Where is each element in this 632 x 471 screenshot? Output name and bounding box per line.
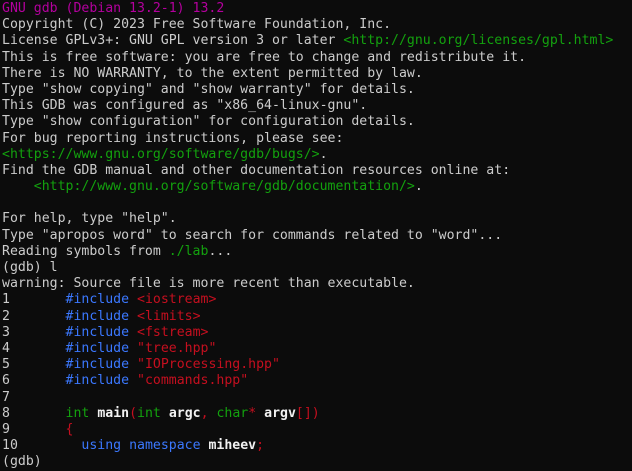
terminal-line: Type "show configuration" for configurat… (2, 114, 632, 130)
terminal-line: (gdb) (2, 454, 632, 470)
terminal-line: 6 #include "commands.hpp" (2, 373, 632, 389)
terminal-line: 8 int main(int argc, char* argv[]) (2, 406, 632, 422)
terminal-line: 3 #include <fstream> (2, 325, 632, 341)
terminal-line: Type "apropos word" to search for comman… (2, 228, 632, 244)
terminal-line: Reading symbols from ./lab... (2, 244, 632, 260)
terminal-line: <https://www.gnu.org/software/gdb/bugs/>… (2, 147, 632, 163)
terminal-line: Type "show copying" and "show warranty" … (2, 82, 632, 98)
terminal-line: 7 (2, 390, 632, 406)
terminal-line: 9 { (2, 422, 632, 438)
terminal-line: warning: Source file is more recent than… (2, 276, 632, 292)
terminal-line: 5 #include "IOProcessing.hpp" (2, 357, 632, 373)
gdb-terminal[interactable]: GNU gdb (Debian 13.2-1) 13.2Copyright (C… (0, 0, 632, 471)
terminal-line: Find the GDB manual and other documentat… (2, 163, 632, 179)
terminal-line: GNU gdb (Debian 13.2-1) 13.2 (2, 1, 632, 17)
terminal-line: 2 #include <limits> (2, 309, 632, 325)
terminal-line: 1 #include <iostream> (2, 292, 632, 308)
terminal-line: 10 using namespace miheev; (2, 438, 632, 454)
terminal-line: <http://www.gnu.org/software/gdb/documen… (2, 179, 632, 195)
terminal-line: License GPLv3+: GNU GPL version 3 or lat… (2, 33, 632, 49)
terminal-line (2, 195, 632, 211)
terminal-line: There is NO WARRANTY, to the extent perm… (2, 66, 632, 82)
terminal-line: Copyright (C) 2023 Free Software Foundat… (2, 17, 632, 33)
terminal-line: This GDB was configured as "x86_64-linux… (2, 98, 632, 114)
terminal-line: This is free software: you are free to c… (2, 50, 632, 66)
terminal-line: 4 #include "tree.hpp" (2, 341, 632, 357)
terminal-line: For help, type "help". (2, 211, 632, 227)
terminal-line: (gdb) l (2, 260, 632, 276)
terminal-line: For bug reporting instructions, please s… (2, 131, 632, 147)
